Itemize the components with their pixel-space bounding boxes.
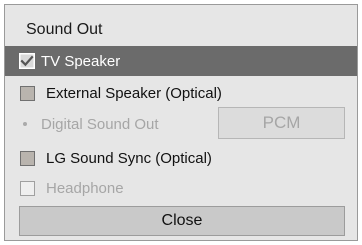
checkbox-unchecked-icon — [20, 180, 35, 196]
checkbox-unchecked-icon — [20, 150, 35, 166]
option-lg-sound-sync[interactable]: LG Sound Sync (Optical) — [5, 143, 357, 173]
option-label: TV Speaker — [41, 52, 121, 70]
checkbox-checked-icon — [19, 53, 35, 69]
bullet-icon — [23, 122, 27, 126]
option-tv-speaker[interactable]: TV Speaker — [5, 46, 357, 76]
digital-sound-out-value: PCM — [262, 113, 301, 132]
option-label: External Speaker (Optical) — [46, 84, 222, 102]
sound-out-dialog: Sound Out TV Speaker External Speaker (O… — [4, 4, 358, 241]
dialog-title: Sound Out — [26, 21, 103, 38]
option-headphone[interactable]: Headphone — [5, 173, 357, 203]
option-label: LG Sound Sync (Optical) — [46, 149, 212, 167]
option-external-speaker[interactable]: External Speaker (Optical) — [5, 78, 357, 108]
option-label: Headphone — [46, 179, 124, 197]
checkbox-unchecked-icon — [20, 85, 35, 101]
digital-sound-out-label: Digital Sound Out — [41, 115, 159, 133]
close-button-label: Close — [161, 212, 203, 229]
close-button[interactable]: Close — [19, 206, 345, 236]
digital-sound-out-button[interactable]: PCM — [218, 107, 345, 139]
